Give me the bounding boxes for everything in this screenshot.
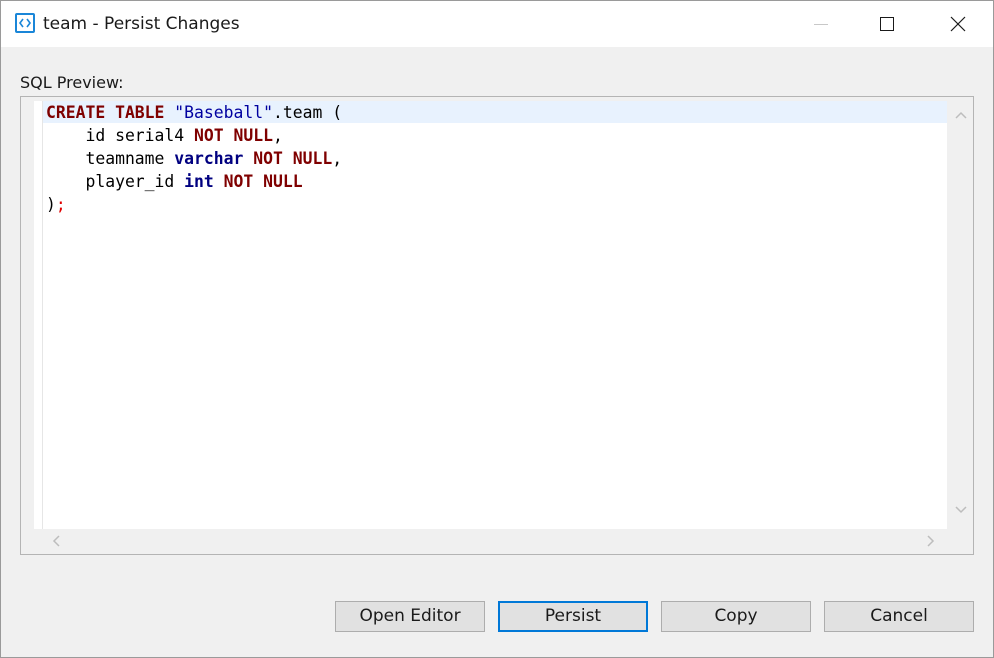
code-token: NOT NULL xyxy=(194,126,273,145)
code-line: teamname varchar NOT NULL, xyxy=(46,147,342,170)
code-line: id serial4 NOT NULL, xyxy=(46,124,342,147)
scroll-left-icon[interactable] xyxy=(52,535,60,547)
minimize-icon xyxy=(814,24,828,25)
minimize-button[interactable] xyxy=(798,1,844,47)
title-bar[interactable]: team - Persist Changes xyxy=(1,1,993,47)
code-token: , xyxy=(332,149,343,168)
copy-button[interactable]: Copy xyxy=(661,601,811,632)
close-button[interactable] xyxy=(935,1,981,47)
code-token: id serial4 xyxy=(46,126,195,145)
vertical-scrollbar[interactable] xyxy=(947,101,973,529)
code-token: NOT NULL xyxy=(253,149,333,168)
code-token: "Baseball" xyxy=(174,103,273,122)
code-token: CREATE TABLE xyxy=(46,103,165,122)
code-line: ); xyxy=(46,193,342,216)
code-token: teamname xyxy=(46,149,175,168)
cancel-button[interactable]: Cancel xyxy=(824,601,974,632)
code-line: player_id int NOT NULL xyxy=(46,170,342,193)
maximize-button[interactable] xyxy=(864,1,910,47)
sql-code: CREATE TABLE "Baseball".team ( id serial… xyxy=(46,101,342,216)
editor-gutter xyxy=(42,101,43,529)
code-token: int xyxy=(184,172,214,191)
open-editor-button[interactable]: Open Editor xyxy=(335,601,485,632)
scroll-up-icon[interactable] xyxy=(955,111,967,119)
horizontal-scrollbar[interactable] xyxy=(34,529,947,553)
code-token: NOT NULL xyxy=(223,172,303,191)
window-title: team - Persist Changes xyxy=(43,14,240,34)
code-area[interactable]: CREATE TABLE "Baseball".team ( id serial… xyxy=(34,101,947,529)
code-token: player_id xyxy=(46,172,185,191)
sql-preview-editor: CREATE TABLE "Baseball".team ( id serial… xyxy=(20,96,974,555)
code-token: varchar xyxy=(174,149,244,168)
code-token: .team ( xyxy=(272,103,343,122)
maximize-icon xyxy=(880,17,894,31)
scroll-down-icon[interactable] xyxy=(955,506,967,514)
close-icon xyxy=(950,16,966,32)
persist-changes-dialog: team - Persist Changes SQL Preview: CREA… xyxy=(0,0,994,658)
code-line: CREATE TABLE "Baseball".team ( xyxy=(46,101,342,124)
code-brackets-icon xyxy=(15,13,35,33)
code-token: , xyxy=(272,126,283,145)
code-token: ) xyxy=(46,195,56,214)
scroll-right-icon[interactable] xyxy=(927,535,935,547)
sql-preview-label: SQL Preview: xyxy=(20,73,124,92)
code-token: ; xyxy=(55,195,66,214)
persist-button[interactable]: Persist xyxy=(498,601,648,632)
